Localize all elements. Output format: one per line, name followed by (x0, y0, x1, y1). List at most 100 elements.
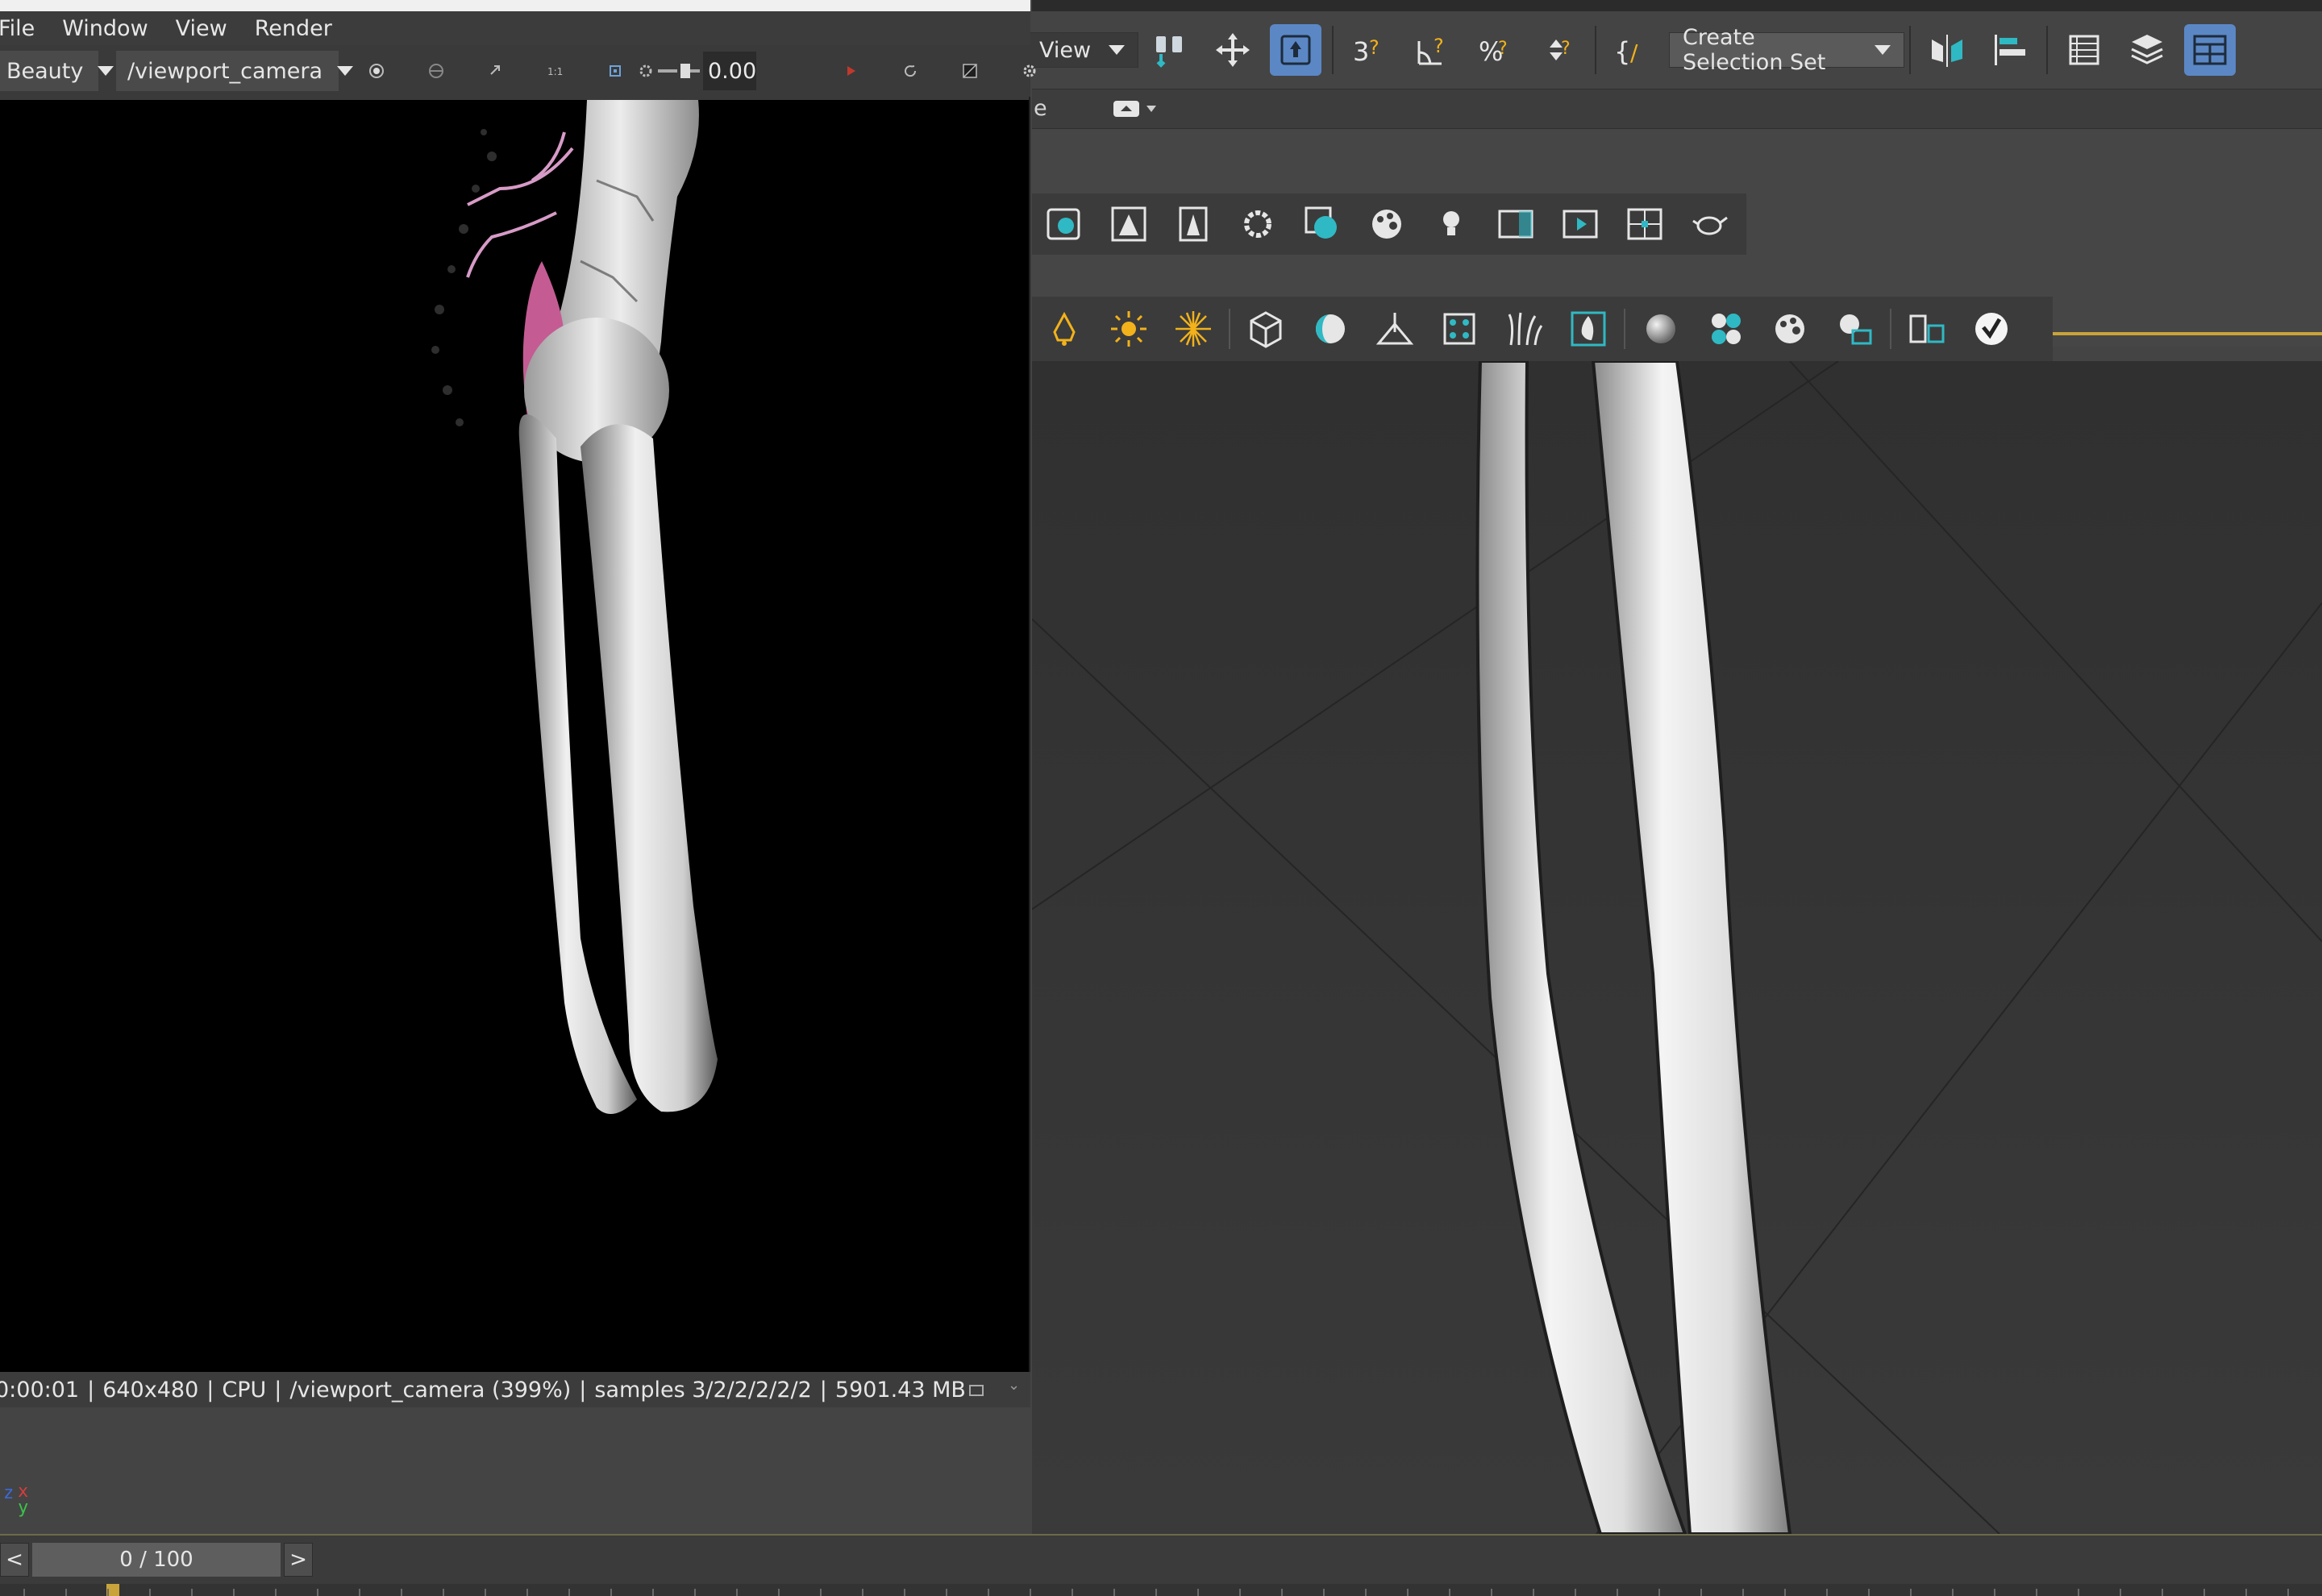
exposure-slider[interactable] (637, 62, 703, 80)
edit-named-selection-button[interactable]: {/ (1607, 24, 1658, 76)
snap-3d-icon: 3? (1353, 36, 1379, 67)
channel-button[interactable] (427, 60, 445, 81)
move-tool-button[interactable] (1207, 24, 1259, 76)
prev-frame-button[interactable]: < (0, 1543, 29, 1577)
starburst-icon (1176, 311, 1211, 347)
material-editor-button[interactable] (1629, 300, 1693, 358)
svg-text:?: ? (1434, 35, 1444, 57)
chevron-down-icon (1875, 45, 1891, 55)
render-window-menubar: File Window View Render (0, 11, 1030, 45)
align-button[interactable] (1984, 24, 2036, 76)
mirror-icon (1932, 35, 1962, 67)
status-camera: /viewport_camera (399%) (289, 1377, 572, 1403)
slider-handle[interactable] (680, 64, 690, 78)
view-dropdown[interactable]: View (1026, 32, 1138, 68)
render-image-view[interactable] (0, 100, 1029, 1372)
menu-window[interactable]: Window (62, 16, 148, 41)
slider-track[interactable] (658, 69, 677, 73)
menu-file[interactable]: File (0, 16, 35, 41)
vray-sphere-button[interactable] (1298, 300, 1363, 358)
vfb-button[interactable] (1096, 195, 1161, 253)
region-render-button[interactable] (1612, 195, 1677, 253)
display-mode-button[interactable] (368, 60, 385, 81)
time-slider: < 0 / 100 > (0, 1536, 2322, 1584)
time-slider-thumb[interactable]: 0 / 100 (32, 1543, 281, 1577)
palette-icon (1775, 314, 1804, 343)
scene-explorer-button[interactable] (2058, 24, 2110, 76)
balls-icon (1712, 314, 1741, 344)
aov-dropdown[interactable]: Beauty (0, 51, 114, 91)
material-convert-button[interactable] (1822, 300, 1887, 358)
one-to-one-icon: 1:1 (547, 66, 563, 77)
box-icon (1250, 311, 1282, 348)
render-window-titlebar (0, 0, 1030, 11)
aov-dropdown-label: Beauty (6, 58, 84, 84)
create-selection-set-dropdown[interactable]: Create Selection Set (1669, 25, 1904, 75)
palette-button[interactable] (1354, 195, 1419, 253)
vray-logo-button[interactable] (1959, 300, 2024, 358)
convert-icon (1909, 314, 1945, 343)
vray-fur-button[interactable] (1427, 300, 1492, 358)
menu-render[interactable]: Render (255, 16, 332, 41)
status-separator: | (87, 1377, 95, 1403)
spinner-snap-button[interactable]: ? (1533, 24, 1584, 76)
render-window: File Window View Render Beauty /viewport… (0, 0, 1036, 1407)
percent-snap-button[interactable]: %? (1470, 24, 1521, 76)
next-frame-button[interactable]: > (284, 1543, 313, 1577)
teapot-icon (1692, 216, 1728, 235)
toolbar-separator (1595, 26, 1596, 74)
select-object-button[interactable] (1270, 24, 1321, 76)
row2-dropdown-button[interactable] (1113, 98, 1161, 120)
vray-logo-icon (1975, 313, 2008, 345)
swap-button[interactable] (487, 60, 505, 81)
shelf-separator (1229, 309, 1230, 349)
vray-proxy-button[interactable] (1234, 300, 1298, 358)
frame-buffer-icon (1111, 206, 1146, 242)
lens-effects-button[interactable] (1226, 195, 1290, 253)
material-balls-button[interactable] (1693, 300, 1758, 358)
snapshot-button[interactable] (961, 60, 979, 81)
crop-button[interactable] (606, 60, 624, 81)
refresh-button[interactable] (901, 60, 919, 81)
light-lister-button[interactable] (1419, 195, 1484, 253)
chevron-down-icon[interactable]: ⌄ (1008, 1377, 1020, 1394)
angle-snap-button[interactable]: ? (1407, 24, 1459, 76)
screen: View 3? ? %? ? {/ Create Selection Set e… (0, 0, 2322, 1596)
material-palette-button[interactable] (1758, 300, 1822, 358)
ipr-button[interactable] (1548, 195, 1612, 253)
settings-button[interactable] (1021, 60, 1038, 81)
frame-button[interactable] (1484, 195, 1548, 253)
window-restore-icon[interactable] (969, 1385, 984, 1396)
material-button[interactable] (1290, 195, 1354, 253)
create-toolbar (1032, 297, 2053, 361)
angle-snap-icon: ? (1417, 35, 1444, 65)
proxy-button[interactable] (1161, 195, 1226, 253)
vray-ies-button[interactable] (1161, 300, 1226, 358)
toggle-ribbon-button[interactable] (2184, 24, 2236, 76)
zoom-1to1-button[interactable]: 1:1 (547, 60, 564, 81)
main-title-bar (1032, 0, 2322, 11)
camera-dropdown[interactable]: /viewport_camera (116, 51, 354, 91)
vray-light-button[interactable] (1032, 300, 1096, 358)
snaps-toggle-button[interactable]: 3? (1344, 24, 1396, 76)
vray-sun-button[interactable] (1096, 300, 1161, 358)
vray-grass-button[interactable] (1492, 300, 1556, 358)
render-image (431, 100, 718, 1114)
mirror-button[interactable] (1921, 24, 1973, 76)
render-start-button[interactable] (842, 60, 859, 81)
render-setup-button[interactable] (1032, 195, 1096, 253)
vray-fire-button[interactable] (1556, 300, 1621, 358)
vray-toolbar (1032, 193, 1746, 255)
fire-icon (1571, 311, 1606, 347)
perspective-viewport[interactable] (1032, 361, 2322, 1534)
scene-converter-button[interactable] (1895, 300, 1959, 358)
menu-view[interactable]: View (176, 16, 227, 41)
vray-plane-button[interactable] (1363, 300, 1427, 358)
select-and-link-button[interactable] (1144, 24, 1196, 76)
radius-render (580, 424, 718, 1112)
exposure-input[interactable]: 0.00 (703, 52, 757, 90)
teapot-button[interactable] (1677, 195, 1742, 253)
layer-explorer-button[interactable] (2121, 24, 2173, 76)
gear-icon (639, 64, 652, 77)
timeline-ruler[interactable] (0, 1584, 2322, 1596)
